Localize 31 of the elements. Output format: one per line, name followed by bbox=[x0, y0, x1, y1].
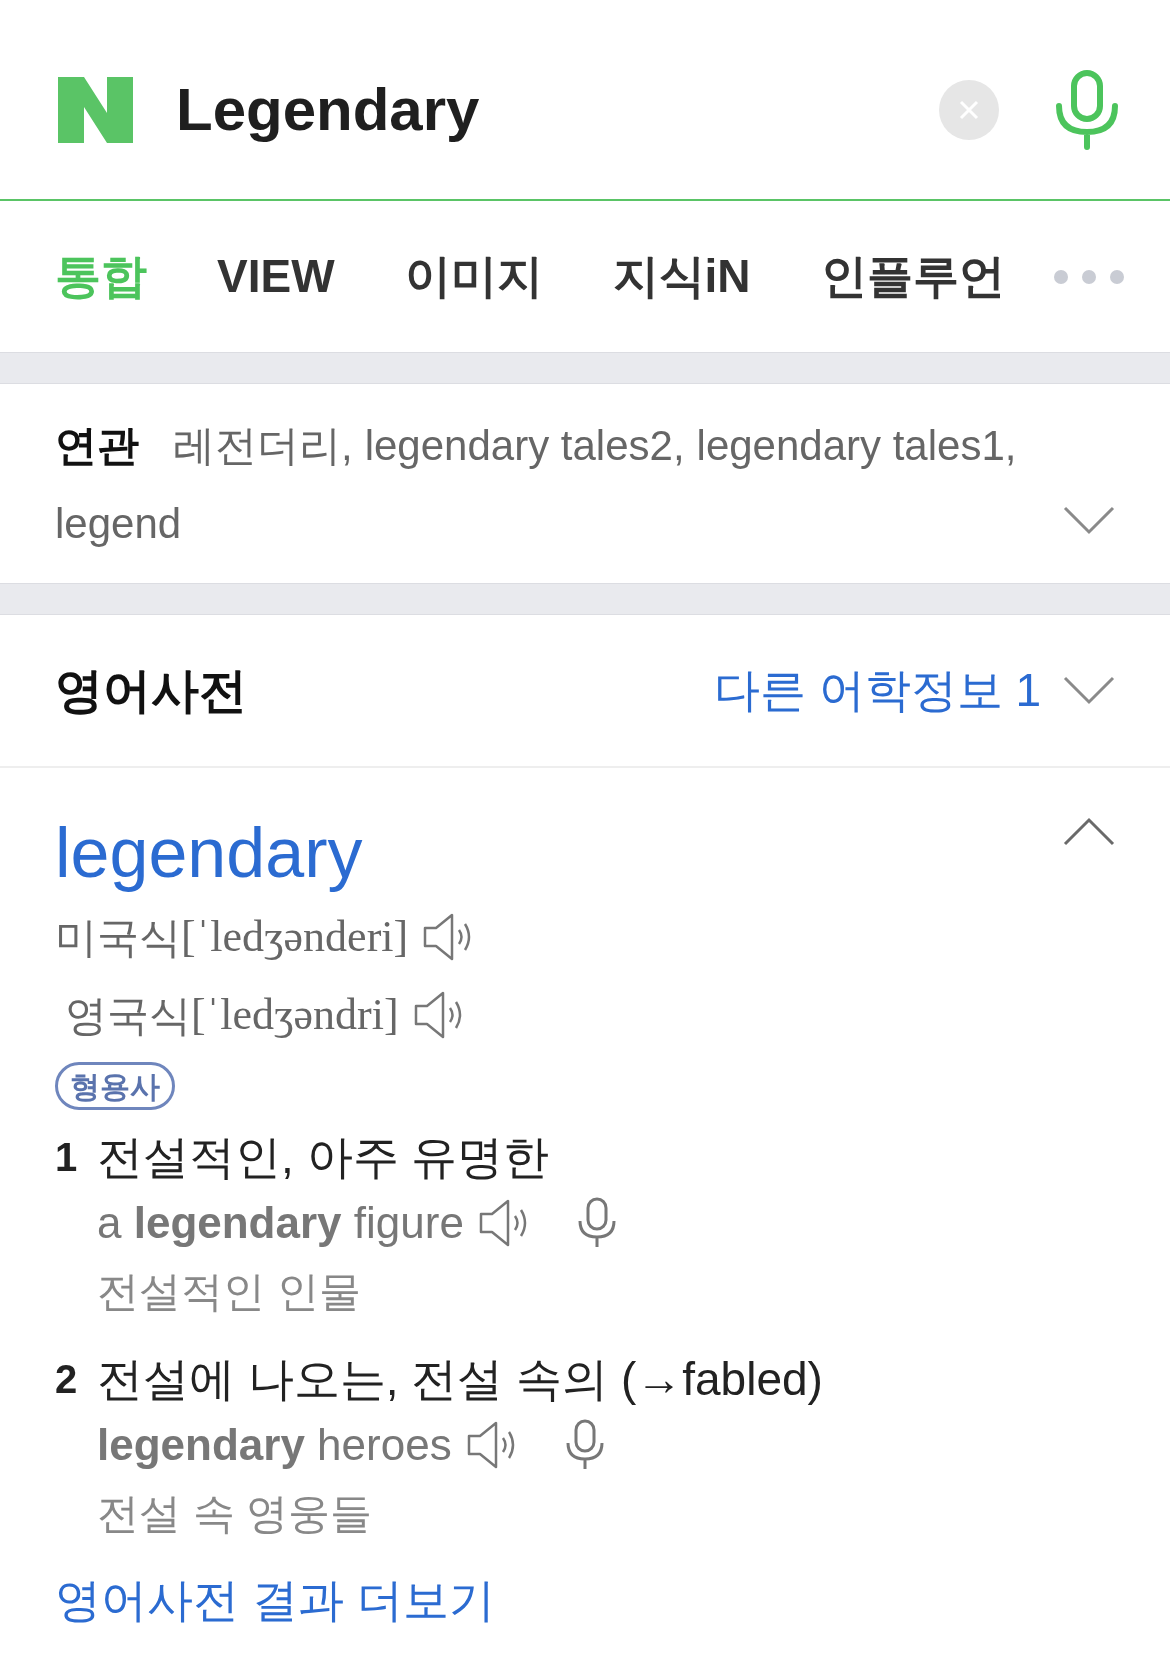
headword[interactable]: legendary bbox=[55, 808, 1115, 898]
search-query[interactable]: Legendary bbox=[176, 64, 939, 155]
phonetic-text: [ˈledʒəndri] bbox=[191, 989, 399, 1041]
related-label: 연관 bbox=[55, 420, 139, 471]
sense-number: 2 bbox=[55, 1356, 79, 1403]
tab[interactable]: 이미지 bbox=[404, 242, 543, 311]
related-term-link[interactable]: legendary tales1, bbox=[696, 406, 1017, 484]
part-of-speech-badge: 형용사 bbox=[55, 1062, 175, 1110]
sense-meaning: 전설적인, 아주 유명한 bbox=[97, 1129, 550, 1185]
tab[interactable]: 지식iN bbox=[612, 242, 751, 311]
chevron-down-icon[interactable] bbox=[1063, 506, 1115, 536]
chevron-up-icon[interactable] bbox=[1063, 816, 1115, 846]
sense-meaning: 전설에 나오는, 전설 속의 (→fabled) bbox=[97, 1351, 823, 1407]
chevron-down-icon[interactable] bbox=[1063, 675, 1115, 706]
tab[interactable]: VIEW bbox=[217, 242, 335, 311]
tab[interactable]: 인플루언 bbox=[820, 242, 1005, 311]
pronunciation-label: 미국식 bbox=[55, 912, 181, 963]
pronunciation-label: 영국식 bbox=[65, 990, 191, 1041]
phonetic-text: [ˈledʒənderi] bbox=[181, 911, 409, 963]
example-sentence: legendary heroes bbox=[97, 1419, 452, 1471]
section-title: 영어사전 bbox=[55, 662, 248, 719]
more-results-link[interactable]: 영어사전 결과 더보기 bbox=[55, 1566, 495, 1635]
other-info-link[interactable]: 다른 어학정보 1 bbox=[713, 656, 1041, 725]
example-translation: 전설적인 인물 bbox=[96, 1266, 362, 1317]
related-term-link[interactable]: legend bbox=[55, 484, 182, 562]
related-term-link[interactable]: legendary tales2, bbox=[364, 406, 685, 484]
sense-number: 1 bbox=[55, 1134, 79, 1181]
example-sentence: a legendary figure bbox=[97, 1197, 464, 1249]
example-translation: 전설 속 영웅들 bbox=[96, 1488, 374, 1539]
microphone-icon[interactable] bbox=[1054, 69, 1120, 150]
related-term-link[interactable]: 레전더리, bbox=[173, 406, 353, 484]
